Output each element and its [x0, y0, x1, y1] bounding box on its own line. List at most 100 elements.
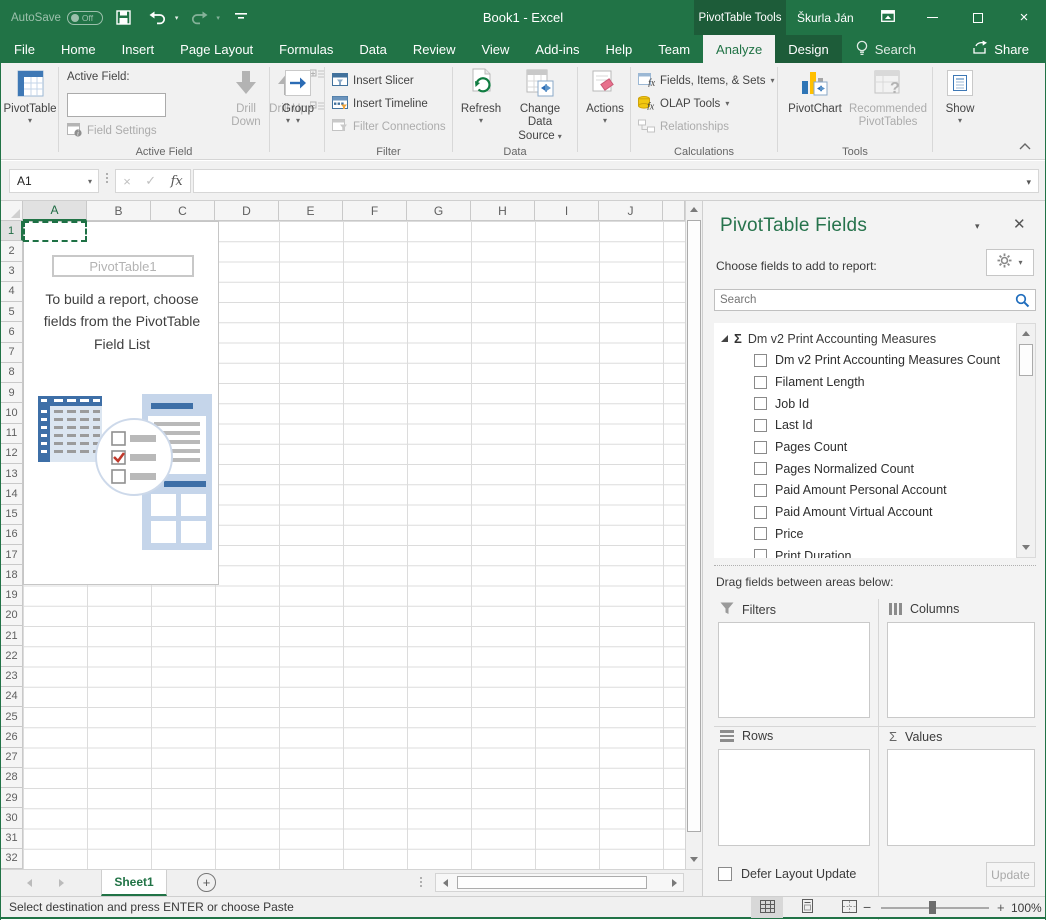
filters-drop-area[interactable] — [718, 622, 870, 718]
formula-input[interactable] — [193, 169, 1039, 193]
zoom-level[interactable]: 100% — [1011, 901, 1042, 915]
ribbon-display-options-button[interactable] — [869, 0, 907, 35]
user-account[interactable]: Škurla Ján — [797, 0, 854, 35]
row-header-19[interactable]: 19 — [1, 586, 23, 606]
share-button[interactable]: Share — [966, 35, 1035, 63]
field-list-scroll-up[interactable] — [1018, 325, 1034, 342]
name-box-caret-icon[interactable]: ▾ — [88, 177, 92, 186]
row-header-15[interactable]: 15 — [1, 505, 23, 525]
horizontal-scrollbar[interactable] — [435, 873, 684, 892]
page-break-view-button[interactable] — [833, 897, 865, 918]
column-header-j[interactable]: J — [599, 201, 663, 221]
field-item-3[interactable]: Last Id — [714, 415, 1016, 437]
close-button[interactable]: × — [1005, 0, 1043, 35]
scroll-up-button[interactable] — [686, 201, 702, 218]
fields-items-sets-button[interactable]: fx Fields, Items, & Sets ▾ — [638, 71, 774, 91]
tab-design[interactable]: Design — [775, 35, 841, 63]
save-button[interactable] — [111, 5, 137, 31]
customize-quick-access-button[interactable] — [228, 5, 254, 31]
column-header-i[interactable]: I — [535, 201, 599, 221]
row-header-16[interactable]: 16 — [1, 525, 23, 545]
zoom-in-button[interactable]: + — [997, 900, 1005, 915]
values-drop-area[interactable] — [887, 749, 1035, 846]
row-header-12[interactable]: 12 — [1, 444, 23, 464]
tab-analyze[interactable]: Analyze — [703, 35, 775, 63]
field-checkbox[interactable] — [754, 419, 767, 432]
field-checkbox[interactable] — [754, 397, 767, 410]
tab-home[interactable]: Home — [48, 35, 109, 63]
insert-slicer-button[interactable]: Insert Slicer — [332, 71, 414, 91]
field-item-4[interactable]: Pages Count — [714, 436, 1016, 458]
row-header-26[interactable]: 26 — [1, 727, 23, 747]
column-header-a[interactable]: A — [23, 201, 87, 221]
field-item-7[interactable]: Paid Amount Virtual Account — [714, 501, 1016, 523]
minimize-button[interactable] — [913, 0, 951, 35]
column-header-f[interactable]: F — [343, 201, 407, 221]
row-header-13[interactable]: 13 — [1, 464, 23, 484]
name-box[interactable]: A1 ▾ — [9, 169, 99, 193]
columns-drop-area[interactable] — [887, 622, 1035, 718]
sheetbar-separator[interactable] — [420, 877, 422, 887]
select-all-corner[interactable] — [1, 201, 23, 221]
redo-button[interactable] — [186, 5, 212, 31]
field-list-scroll-down[interactable] — [1018, 539, 1034, 556]
relationships-button[interactable]: Relationships — [638, 117, 729, 137]
field-checkbox[interactable] — [754, 441, 767, 454]
defer-layout-update[interactable]: Defer Layout Update — [718, 867, 856, 881]
filter-connections-button[interactable]: Filter Connections — [332, 117, 446, 137]
show-button[interactable]: Show ▾ — [938, 66, 982, 144]
column-header-h[interactable]: H — [471, 201, 535, 221]
new-sheet-button[interactable]: + — [197, 873, 216, 892]
tab-team[interactable]: Team — [645, 35, 703, 63]
row-header-6[interactable]: 6 — [1, 322, 23, 342]
row-header-23[interactable]: 23 — [1, 667, 23, 687]
rows-drop-area[interactable] — [718, 749, 870, 846]
field-item-2[interactable]: Job Id — [714, 393, 1016, 415]
row-header-10[interactable]: 10 — [1, 403, 23, 423]
normal-view-button[interactable] — [751, 897, 783, 918]
redo-caret-icon[interactable]: ▾ — [216, 14, 220, 22]
maximize-button[interactable] — [959, 0, 997, 35]
insert-timeline-button[interactable]: Insert Timeline — [332, 94, 428, 114]
update-button[interactable]: Update — [986, 862, 1035, 887]
row-header-3[interactable]: 3 — [1, 262, 23, 282]
row-header-8[interactable]: 8 — [1, 363, 23, 383]
collapse-ribbon-button[interactable] — [1019, 141, 1031, 153]
row-header-7[interactable]: 7 — [1, 343, 23, 363]
column-header-partial[interactable] — [663, 201, 685, 221]
row-header-5[interactable]: 5 — [1, 302, 23, 322]
field-item-0[interactable]: Dm v2 Print Accounting Measures Count — [714, 350, 1016, 372]
row-header-22[interactable]: 22 — [1, 646, 23, 666]
row-header-32[interactable]: 32 — [1, 849, 23, 869]
row-header-4[interactable]: 4 — [1, 282, 23, 302]
drill-down-button[interactable]: Drill Down — [225, 66, 267, 144]
tab-help[interactable]: Help — [592, 35, 645, 63]
field-item-8[interactable]: Price — [714, 523, 1016, 545]
insert-function-icon[interactable]: fx — [171, 174, 183, 189]
olap-tools-button[interactable]: fx OLAP Tools ▾ — [638, 94, 729, 114]
row-header-27[interactable]: 27 — [1, 748, 23, 768]
row-header-28[interactable]: 28 — [1, 768, 23, 788]
copy-marquee-a1[interactable] — [23, 221, 87, 242]
vertical-scrollbar-thumb[interactable] — [687, 220, 701, 832]
column-header-d[interactable]: D — [215, 201, 279, 221]
sheet-tab-sheet1[interactable]: Sheet1 — [101, 870, 167, 896]
tab-formulas[interactable]: Formulas — [266, 35, 346, 63]
field-list[interactable]: ΣDm v2 Print Accounting MeasuresDm v2 Pr… — [714, 323, 1036, 558]
tab-add-ins[interactable]: Add-ins — [522, 35, 592, 63]
zoom-slider-thumb[interactable] — [929, 901, 936, 914]
tab-page-layout[interactable]: Page Layout — [167, 35, 266, 63]
row-header-11[interactable]: 11 — [1, 424, 23, 444]
tab-view[interactable]: View — [468, 35, 522, 63]
expand-formula-bar-icon[interactable]: ▾ — [1026, 177, 1031, 188]
autosave-toggle[interactable]: AutoSave Off — [11, 11, 103, 25]
row-header-21[interactable]: 21 — [1, 626, 23, 646]
scroll-down-button[interactable] — [686, 851, 702, 868]
page-layout-view-button[interactable] — [791, 897, 823, 918]
row-header-29[interactable]: 29 — [1, 788, 23, 808]
pane-close-icon[interactable]: ✕ — [1013, 215, 1026, 233]
field-group-header[interactable]: ΣDm v2 Print Accounting Measures — [714, 328, 1016, 350]
pivotchart-button[interactable]: PivotChart — [784, 66, 846, 144]
field-item-9[interactable]: Print Duration — [714, 545, 1016, 558]
tab-insert[interactable]: Insert — [109, 35, 168, 63]
